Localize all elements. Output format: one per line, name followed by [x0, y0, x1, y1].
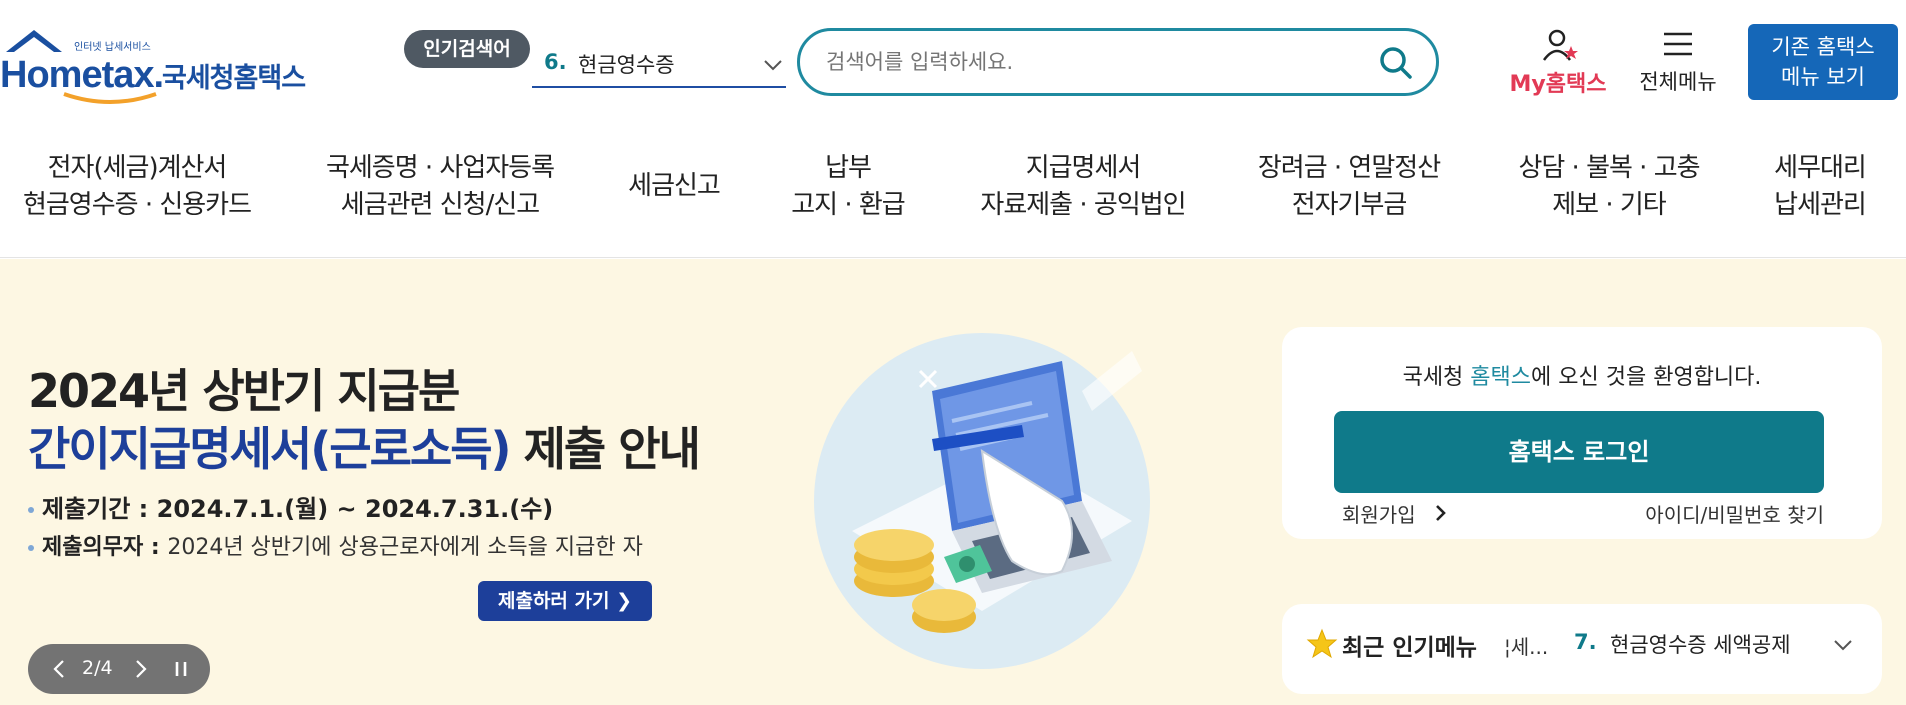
- banner-period-text: 제출기간 : 2024.7.1.(월) ~ 2024.7.31.(수): [42, 495, 554, 523]
- banner-title-highlight: 간이지급명세서(근로소득): [28, 422, 512, 476]
- nav-item-line1: 장려금 · 연말정산: [1257, 153, 1441, 183]
- pause-icon[interactable]: [170, 658, 192, 680]
- all-menu-label: 전체메뉴: [1639, 70, 1717, 94]
- recent-popular-menu[interactable]: 최근 인기메뉴 ¦세... 7. 현금영수증 세액공제: [1282, 604, 1882, 694]
- old-menu-line1: 기존 홈택스: [1771, 35, 1875, 59]
- popular-search-term: 현금영수증: [578, 53, 675, 77]
- banner-obligor: 제출의무자 : 2024년 상반기에 상용근로자에게 소득을 지급한 자: [28, 529, 643, 561]
- recent-menu-label: 최근 인기메뉴: [1342, 635, 1477, 661]
- my-hometax-button[interactable]: My홈택스: [1505, 28, 1611, 98]
- recent-menu-rank: 7.: [1574, 630, 1597, 654]
- nav-item-line1: 납부: [825, 153, 872, 183]
- search-input[interactable]: [826, 45, 1346, 79]
- nav-item-payment-statements[interactable]: 지급명세서 자료제출 · 공익법인: [972, 150, 1194, 224]
- nav-item-line1: 전자(세금)계산서: [47, 153, 228, 183]
- nav-item-certificates[interactable]: 국세증명 · 사업자등록 세금관련 신청/신고: [316, 150, 564, 224]
- nav-item-line2: 현금영수증 · 신용카드: [22, 190, 252, 220]
- logo-tagline: 인터넷 납세서비스: [74, 42, 151, 53]
- banner-title-line2: 간이지급명세서(근로소득) 제출 안내: [28, 413, 701, 479]
- nav-item-line1: 세금신고: [628, 171, 721, 201]
- banner-title-suffix: 제출 안내: [509, 422, 701, 476]
- popular-search-rank: 6.: [544, 50, 567, 74]
- nav-item-tax-agent[interactable]: 세무대리 납세관리: [1762, 150, 1878, 224]
- banner-period: 제출기간 : 2024.7.1.(월) ~ 2024.7.31.(수): [28, 489, 553, 524]
- popular-search-dropdown[interactable]: 6. 현금영수증: [532, 40, 786, 88]
- banner-obligor-text: 2024년 상반기에 상용근로자에게 소득을 지급한 자: [167, 535, 643, 560]
- nav-item-line2: 자료제출 · 공익법인: [980, 190, 1186, 220]
- banner-title-line1: 2024년 상반기 지급분: [28, 364, 460, 418]
- recent-menu-text: 현금영수증 세액공제: [1610, 633, 1791, 657]
- search-icon[interactable]: [1378, 45, 1414, 81]
- pager-count: 2/4: [82, 657, 113, 679]
- nav-item-line1: 세무대리: [1774, 153, 1867, 183]
- logo-swoosh-icon: [63, 92, 157, 104]
- nav-item-line2: 제보 · 기타: [1552, 190, 1666, 220]
- nav-item-line2: 납세관리: [1774, 190, 1867, 220]
- join-link[interactable]: 회원가입: [1342, 499, 1416, 528]
- chevron-right-icon[interactable]: [132, 658, 150, 680]
- nav-item-line1: 상담 · 불복 · 고충: [1518, 153, 1700, 183]
- welcome-highlight: 홈택스: [1470, 365, 1532, 390]
- nav-item-line2: 세금관련 신청/신고: [340, 190, 540, 220]
- popular-search-badge: 인기검색어: [404, 30, 530, 68]
- nav-item-tax-filing[interactable]: 세금신고: [614, 168, 734, 205]
- house-roof-icon: [6, 30, 62, 52]
- nav-item-line2: 고지 · 환급: [791, 190, 905, 220]
- main-navigation: 전자(세금)계산서 현금영수증 · 신용카드 국세증명 · 사업자등록 세금관련…: [0, 130, 1906, 258]
- chevron-left-icon[interactable]: [50, 658, 68, 680]
- star-icon: [1306, 628, 1338, 659]
- find-id-password-link[interactable]: 아이디/비밀번호 찾기: [1645, 499, 1824, 528]
- nav-item-payment[interactable]: 납부 고지 · 환급: [778, 150, 918, 224]
- hero-banner: 2024년 상반기 지급분 간이지급명세서(근로소득) 제출 안내 제출기간 :…: [0, 259, 1906, 705]
- recent-menu-ticker: ¦세...: [1504, 635, 1549, 659]
- my-hometax-label: My홈택스: [1509, 72, 1607, 97]
- laptop-receipt-coins-illustration: [814, 333, 1150, 669]
- hamburger-menu-icon: [1664, 32, 1692, 56]
- old-hometax-menu-button[interactable]: 기존 홈택스 메뉴 보기: [1748, 24, 1898, 100]
- search-box: [797, 28, 1439, 96]
- chevron-right-icon: [1436, 505, 1446, 521]
- welcome-message: 국세청 홈택스에 오신 것을 환영합니다.: [1282, 359, 1882, 391]
- nav-item-line1: 지급명세서: [1025, 153, 1142, 183]
- site-header: 인터넷 납세서비스 Hometax. 국세청홈택스 인기검색어 6. 현금영수증…: [0, 0, 1906, 120]
- chevron-down-icon: [764, 60, 782, 71]
- nav-item-e-invoice[interactable]: 전자(세금)계산서 현금영수증 · 신용카드: [14, 150, 260, 224]
- banner-pager: 2/4: [28, 644, 210, 694]
- nav-item-line1: 국세증명 · 사업자등록: [325, 153, 555, 183]
- login-button[interactable]: 홈택스 로그인: [1334, 411, 1824, 493]
- nav-item-incentives[interactable]: 장려금 · 연말정산 전자기부금: [1250, 150, 1448, 224]
- all-menu-button[interactable]: 전체메뉴: [1626, 28, 1730, 98]
- bullet-dot-icon: [28, 507, 34, 513]
- welcome-pre: 국세청: [1402, 365, 1471, 390]
- welcome-post: 에 오신 것을 환영합니다.: [1531, 365, 1762, 390]
- nav-item-line2: 전자기부금: [1291, 190, 1408, 220]
- logo-korean: 국세청홈택스: [162, 63, 306, 94]
- nav-item-consultation[interactable]: 상담 · 불복 · 고충 제보 · 기타: [1504, 150, 1714, 224]
- login-card: 국세청 홈택스에 오신 것을 환영합니다. 홈택스 로그인 회원가입 아이디/비…: [1282, 327, 1882, 539]
- chevron-down-icon[interactable]: [1832, 634, 1854, 656]
- bullet-dot-icon: [28, 545, 34, 551]
- hometax-logo[interactable]: 인터넷 납세서비스 Hometax. 국세청홈택스: [0, 26, 310, 106]
- banner-obligor-label: 제출의무자 :: [42, 535, 168, 560]
- old-menu-line2: 메뉴 보기: [1781, 65, 1865, 89]
- user-star-icon: [1542, 29, 1578, 61]
- submit-button[interactable]: 제출하러 가기 ❯: [478, 581, 652, 621]
